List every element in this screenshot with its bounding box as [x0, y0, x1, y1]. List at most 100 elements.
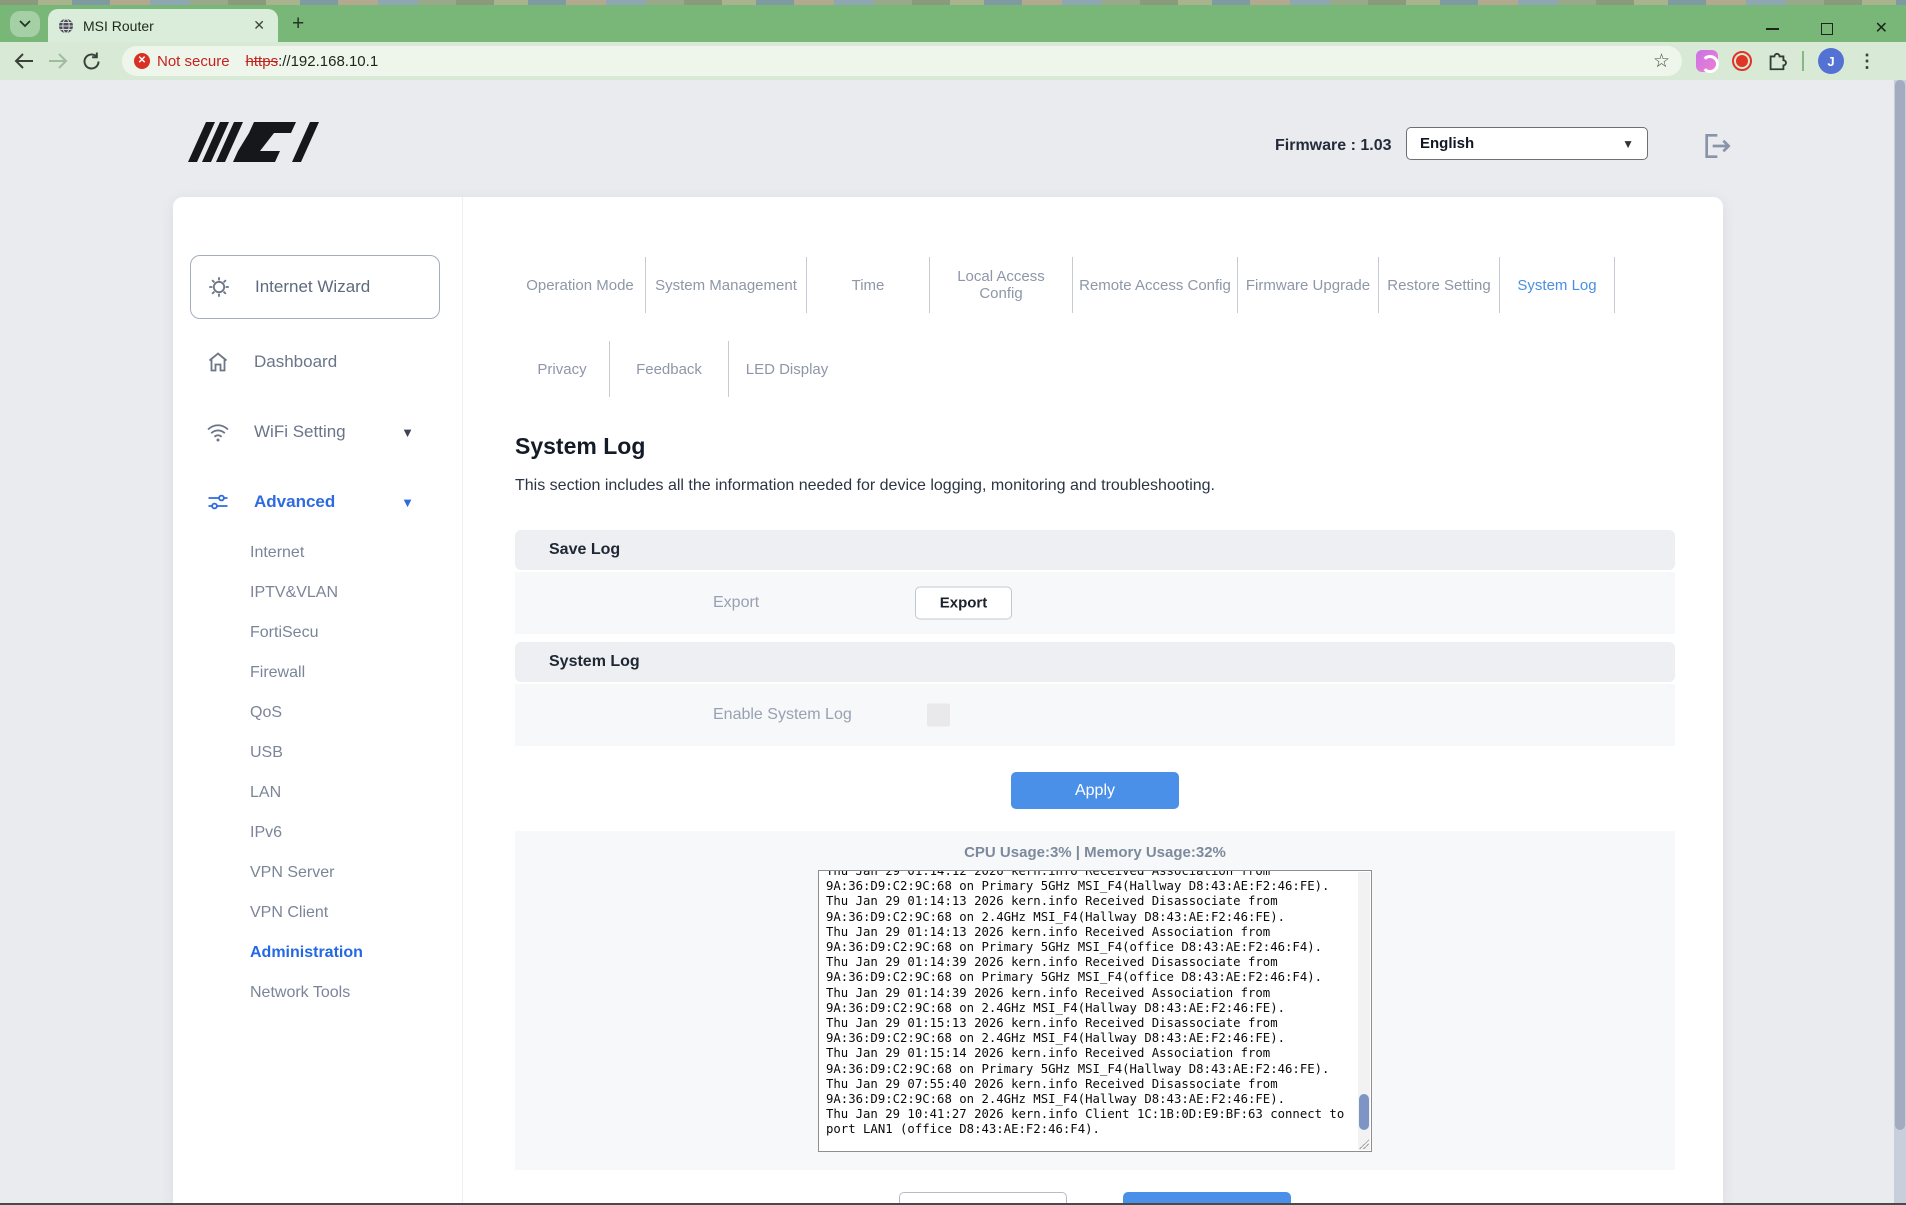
bookmark-star-icon[interactable]: ☆: [1653, 50, 1670, 73]
enable-system-log-checkbox[interactable]: [927, 703, 950, 727]
enable-system-log-label: Enable System Log: [713, 706, 852, 723]
language-value: English: [1420, 135, 1475, 152]
sidebar-item-iptv-vlan[interactable]: IPTV&VLAN: [173, 573, 462, 613]
page-scrollbar[interactable]: [1894, 80, 1906, 1205]
sidebar-item-administration[interactable]: Administration: [173, 933, 462, 973]
browser-menu-icon[interactable]: ⋮: [1858, 51, 1876, 72]
wifi-icon: [207, 424, 229, 442]
tab-feedback[interactable]: Feedback: [610, 361, 728, 378]
firmware-version: Firmware : 1.03: [1275, 137, 1392, 154]
resize-grip-icon[interactable]: [1359, 1139, 1369, 1149]
reload-button[interactable]: [82, 52, 116, 71]
url-text: https://192.168.10.1: [246, 53, 379, 70]
forward-button[interactable]: [48, 52, 82, 70]
usage-status-text: CPU Usage:3% | Memory Usage:32%: [964, 844, 1226, 861]
tab-close-icon[interactable]: ✕: [250, 17, 268, 34]
sidebar-item-usb[interactable]: USB: [173, 733, 462, 773]
log-scrollbar-thumb[interactable]: [1359, 1094, 1369, 1130]
sidebar-item-label: WiFi Setting: [254, 422, 346, 441]
advanced-subnav: Internet IPTV&VLAN FortiSecu Firewall Qo…: [173, 533, 462, 1013]
system-log-section-header: System Log: [515, 642, 1675, 682]
tab-system-management[interactable]: System Management: [646, 277, 806, 294]
apply-button[interactable]: Apply: [1011, 772, 1179, 809]
log-viewer-block: CPU Usage:3% | Memory Usage:32% Thu Jan …: [515, 831, 1675, 1170]
tab-title: MSI Router: [83, 17, 154, 34]
sidebar-item-internet-wizard[interactable]: Internet Wizard: [190, 255, 440, 319]
apply-row: Apply: [515, 772, 1675, 809]
enable-system-log-row: Enable System Log: [515, 684, 1675, 746]
record-extension-icon[interactable]: [1732, 51, 1752, 71]
admin-tabs-row1: Operation Mode System Management Time Lo…: [515, 257, 1675, 313]
page-title: System Log: [515, 433, 646, 459]
page-scrollbar-thumb[interactable]: [1895, 80, 1905, 1130]
logout-icon: [1705, 134, 1731, 158]
back-arrow-icon: [14, 53, 33, 69]
chevron-down-icon: ▼: [401, 424, 414, 440]
sidebar: Internet Wizard Dashboard WiFi Setting ▼…: [173, 197, 463, 1205]
sidebar-item-dashboard[interactable]: Dashboard: [173, 341, 462, 383]
export-button[interactable]: Export: [915, 586, 1012, 620]
browser-tab[interactable]: MSI Router ✕: [48, 9, 278, 42]
not-secure-icon: ✕: [134, 53, 150, 69]
sidebar-item-label: Internet Wizard: [255, 277, 371, 296]
chevron-down-icon: [19, 19, 31, 27]
sidebar-item-network-tools[interactable]: Network Tools: [173, 973, 462, 1013]
forward-arrow-icon: [49, 53, 68, 69]
export-row: Export Export: [515, 572, 1675, 634]
tab-system-log[interactable]: System Log: [1500, 277, 1614, 294]
tab-led-display[interactable]: LED Display: [729, 361, 845, 378]
sidebar-item-wifi-setting[interactable]: WiFi Setting ▼: [173, 411, 462, 453]
chevron-down-icon: ▼: [401, 494, 414, 510]
msi-logo: [188, 120, 323, 164]
window-minimize-button[interactable]: [1765, 27, 1779, 30]
tab-firmware-upgrade[interactable]: Firmware Upgrade: [1238, 277, 1378, 294]
toolbar-divider: [1802, 51, 1804, 71]
log-scrollbar[interactable]: [1358, 872, 1370, 1150]
sidebar-item-vpn-client[interactable]: VPN Client: [173, 893, 462, 933]
admin-tabs-row2: Privacy Feedback LED Display: [515, 341, 1675, 397]
tab-local-access-config[interactable]: Local Access Config: [930, 268, 1072, 302]
tab-time[interactable]: Time: [807, 277, 929, 294]
sliders-icon: [208, 494, 228, 510]
sidebar-item-lan[interactable]: LAN: [173, 773, 462, 813]
sidebar-item-firewall[interactable]: Firewall: [173, 653, 462, 693]
gear-icon: [209, 277, 229, 297]
sidebar-item-qos[interactable]: QoS: [173, 693, 462, 733]
sidebar-item-label: Advanced: [254, 492, 336, 511]
sidebar-item-fortisecu[interactable]: FortiSecu: [173, 613, 462, 653]
back-button[interactable]: [14, 52, 48, 70]
sidebar-item-internet[interactable]: Internet: [173, 533, 462, 573]
page-description: This section includes all the informatio…: [515, 477, 1215, 494]
content-card: Internet Wizard Dashboard WiFi Setting ▼…: [173, 197, 1723, 1205]
extension-purple-icon[interactable]: [1696, 50, 1719, 73]
system-log-textarea[interactable]: Thu Jan 29 01:14:12 2026 kern.info Recei…: [818, 870, 1372, 1152]
screen: MSI Router ✕ + ✕ ✕ Not secure https://19…: [0, 0, 1906, 1205]
tab-privacy[interactable]: Privacy: [515, 361, 609, 378]
sidebar-item-vpn-server[interactable]: VPN Server: [173, 853, 462, 893]
reload-icon: [83, 52, 100, 69]
save-log-section-header: Save Log: [515, 530, 1675, 570]
profile-avatar[interactable]: J: [1818, 48, 1844, 74]
tab-remote-access-config[interactable]: Remote Access Config: [1073, 277, 1237, 294]
new-tab-button[interactable]: +: [292, 13, 304, 34]
logout-button[interactable]: [1700, 130, 1732, 162]
select-caret-icon: ▼: [1622, 136, 1634, 151]
tab-restore-setting[interactable]: Restore Setting: [1379, 277, 1499, 294]
tab-search-button[interactable]: [10, 10, 40, 37]
browser-toolbar: ✕ Not secure https://192.168.10.1 ☆ J ⋮: [0, 42, 1906, 80]
home-icon: [208, 352, 228, 372]
security-badge[interactable]: ✕ Not secure: [134, 53, 230, 70]
extensions-puzzle-icon[interactable]: [1766, 50, 1788, 72]
url-bar[interactable]: ✕ Not secure https://192.168.10.1 ☆: [122, 46, 1682, 76]
window-maximize-button[interactable]: [1820, 22, 1833, 35]
language-select[interactable]: English ▼: [1406, 127, 1648, 160]
window-close-button[interactable]: ✕: [1875, 20, 1888, 37]
sidebar-item-advanced[interactable]: Advanced ▼: [173, 481, 462, 523]
sidebar-item-label: Dashboard: [254, 352, 338, 371]
extension-icons: J ⋮: [1696, 48, 1876, 74]
globe-favicon-icon: [59, 18, 73, 33]
tab-operation-mode[interactable]: Operation Mode: [515, 277, 645, 294]
url-rest: ://192.168.10.1: [278, 52, 379, 70]
sidebar-item-ipv6[interactable]: IPv6: [173, 813, 462, 853]
browser-tabbar: MSI Router ✕ + ✕: [0, 5, 1906, 42]
